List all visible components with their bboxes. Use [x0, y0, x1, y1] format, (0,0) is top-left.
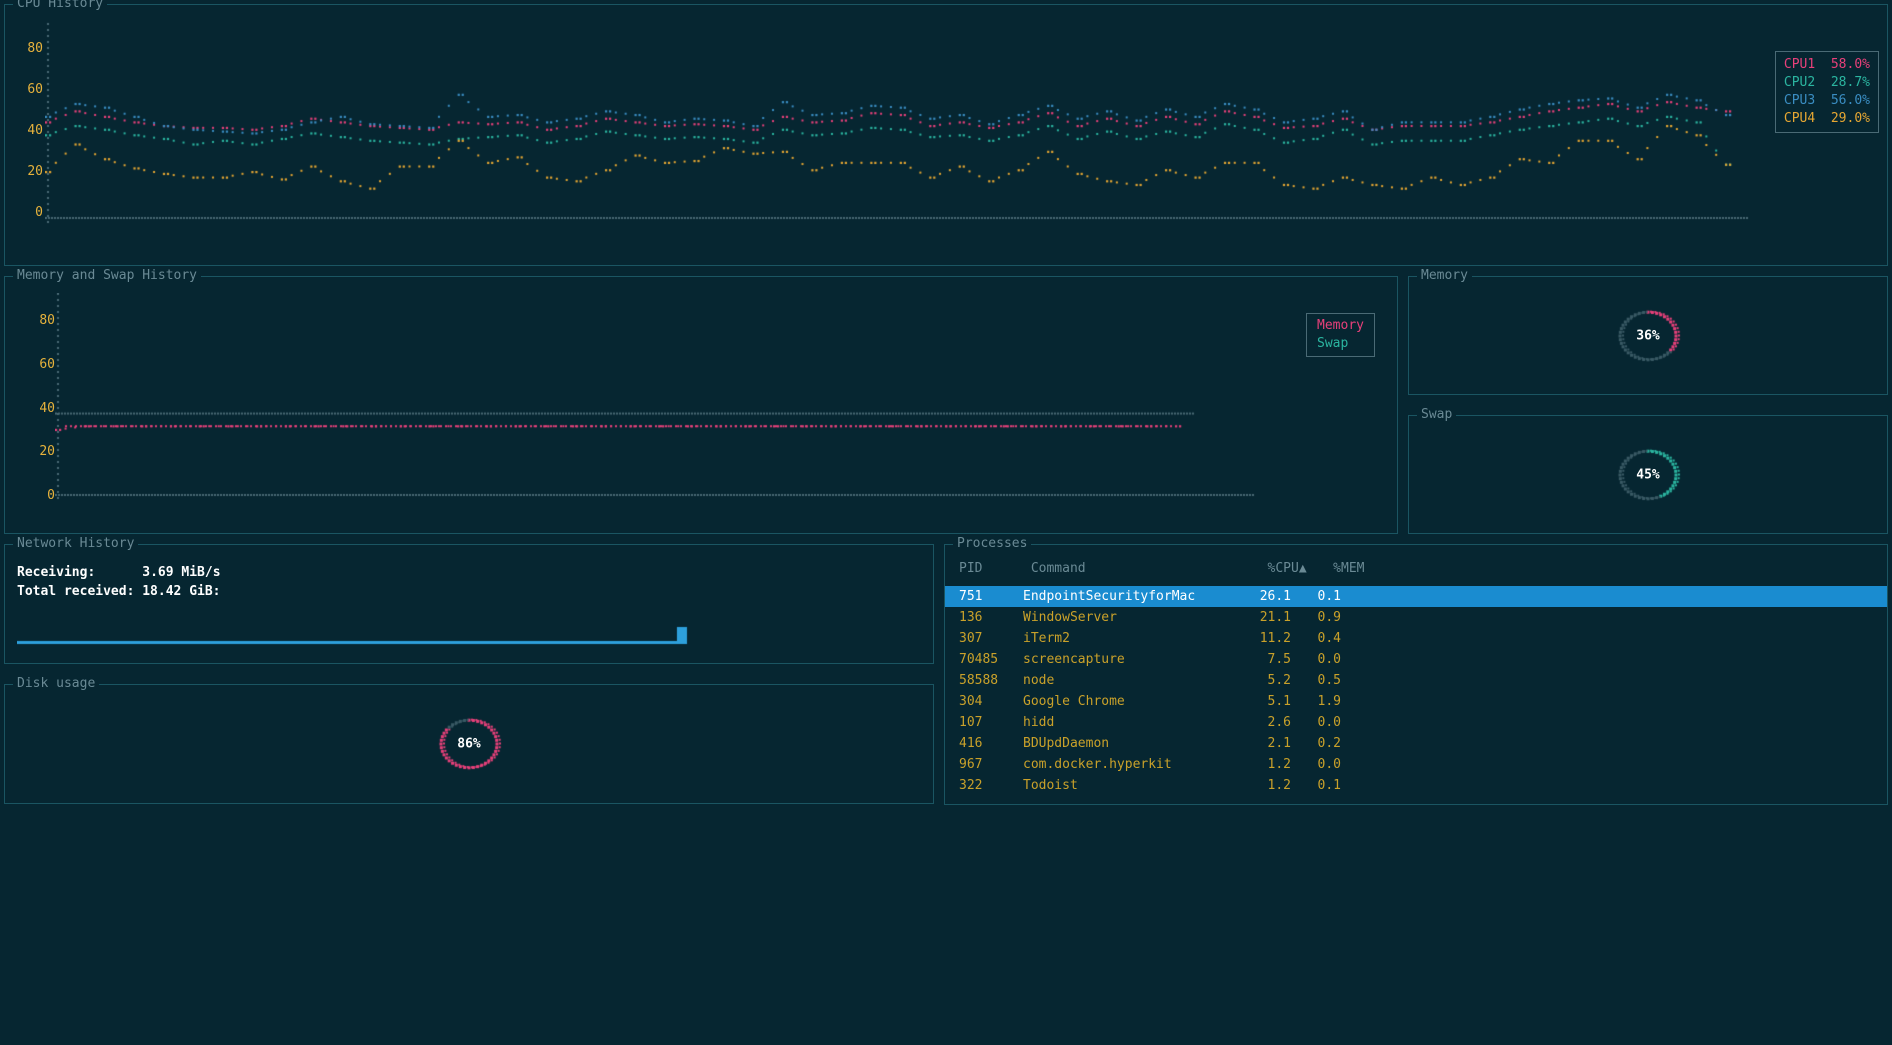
- cell-pid: 322: [959, 776, 1023, 795]
- col-mem[interactable]: %MEM: [1314, 561, 1364, 576]
- cell-command: node: [1023, 671, 1231, 690]
- cell-pid: 107: [959, 713, 1023, 732]
- table-row[interactable]: 136WindowServer21.10.9: [945, 607, 1887, 628]
- swap-gauge-panel: Swap 45%: [1408, 415, 1888, 534]
- mem-chart: [55, 293, 1385, 525]
- swap-gauge-pct: 45%: [1636, 467, 1659, 482]
- table-row[interactable]: 751EndpointSecurityforMac26.10.1: [945, 586, 1887, 607]
- cell-mem: 0.0: [1291, 755, 1341, 774]
- cell-mem: 0.0: [1291, 713, 1341, 732]
- disk-title: Disk usage: [13, 676, 99, 691]
- memory-gauge-pct: 36%: [1636, 328, 1659, 343]
- net-recv-line: Receiving: 3.69 MiB/s: [17, 563, 921, 582]
- table-row[interactable]: 322Todoist1.20.1: [945, 775, 1887, 796]
- col-command[interactable]: Command: [1031, 561, 1239, 576]
- col-pid[interactable]: PID: [959, 561, 1023, 576]
- memory-gauge-panel: Memory 36%: [1408, 276, 1888, 395]
- cell-cpu: 26.1: [1231, 587, 1291, 606]
- table-row[interactable]: 967com.docker.hyperkit1.20.0: [945, 754, 1887, 775]
- table-row[interactable]: 107hidd2.60.0: [945, 712, 1887, 733]
- table-row[interactable]: 58588node5.20.5: [945, 670, 1887, 691]
- memory-gauge-title: Memory: [1417, 268, 1472, 283]
- cell-cpu: 1.2: [1231, 776, 1291, 795]
- cell-mem: 0.0: [1291, 650, 1341, 669]
- net-recv-value: 3.69 MiB/s: [142, 565, 220, 580]
- cell-cpu: 7.5: [1231, 650, 1291, 669]
- cell-mem: 0.4: [1291, 629, 1341, 648]
- cell-cpu: 2.6: [1231, 713, 1291, 732]
- disk-gauge-pct: 86%: [457, 737, 480, 752]
- net-total-line: Total received: 18.42 GiB:: [17, 582, 921, 601]
- net-total-label: Total received:: [17, 584, 134, 599]
- cpu-legend-row: CPU3 56.0%: [1784, 92, 1870, 110]
- table-row[interactable]: 70485screencapture7.50.0: [945, 649, 1887, 670]
- mem-legend-row: Swap: [1317, 335, 1364, 353]
- net-recv-label: Receiving:: [17, 565, 95, 580]
- memory-swap-history-panel: Memory and Swap History 806040200 Memory…: [4, 276, 1398, 534]
- cell-cpu: 2.1: [1231, 734, 1291, 753]
- cell-pid: 58588: [959, 671, 1023, 690]
- mem-legend: MemorySwap: [1306, 313, 1375, 357]
- cell-mem: 0.1: [1291, 587, 1341, 606]
- cell-pid: 416: [959, 734, 1023, 753]
- cell-mem: 0.9: [1291, 608, 1341, 627]
- cpu-yaxis: 806040200: [17, 13, 45, 257]
- cpu-legend: CPU1 58.0%CPU2 28.7%CPU3 56.0%CPU4 29.0%: [1775, 51, 1879, 133]
- net-sparkline: [17, 607, 921, 645]
- disk-usage-panel: Disk usage 86%: [4, 684, 934, 804]
- swap-gauge-title: Swap: [1417, 407, 1456, 422]
- mem-legend-row: Memory: [1317, 317, 1364, 335]
- cell-command: BDUpdDaemon: [1023, 734, 1231, 753]
- table-row[interactable]: 416BDUpdDaemon2.10.2: [945, 733, 1887, 754]
- table-row[interactable]: 304Google Chrome5.11.9: [945, 691, 1887, 712]
- cell-command: com.docker.hyperkit: [1023, 755, 1231, 774]
- cell-command: hidd: [1023, 713, 1231, 732]
- cell-mem: 0.1: [1291, 776, 1341, 795]
- cell-command: Todoist: [1023, 776, 1231, 795]
- cell-mem: 0.2: [1291, 734, 1341, 753]
- net-total-value: 18.42 GiB:: [142, 584, 220, 599]
- table-row[interactable]: 307iTerm211.20.4: [945, 628, 1887, 649]
- network-title: Network History: [13, 536, 138, 551]
- cell-cpu: 5.1: [1231, 692, 1291, 711]
- cell-cpu: 21.1: [1231, 608, 1291, 627]
- cell-command: screencapture: [1023, 650, 1231, 669]
- cpu-legend-row: CPU2 28.7%: [1784, 74, 1870, 92]
- cpu-history-title: CPU History: [13, 0, 107, 11]
- cell-command: Google Chrome: [1023, 692, 1231, 711]
- memory-swap-title: Memory and Swap History: [13, 268, 201, 283]
- cpu-chart: [45, 13, 1875, 257]
- cell-mem: 0.5: [1291, 671, 1341, 690]
- cell-command: iTerm2: [1023, 629, 1231, 648]
- cell-cpu: 5.2: [1231, 671, 1291, 690]
- cell-pid: 136: [959, 608, 1023, 627]
- col-cpu[interactable]: %CPU▲: [1247, 561, 1307, 576]
- swap-gauge: 45%: [1603, 440, 1693, 510]
- memory-gauge: 36%: [1603, 301, 1693, 371]
- processes-panel[interactable]: Processes PID Command %CPU▲ %MEM 751Endp…: [944, 544, 1888, 805]
- cpu-history-panel: CPU History 806040200 CPU1 58.0%CPU2 28.…: [4, 4, 1888, 266]
- cell-cpu: 1.2: [1231, 755, 1291, 774]
- cell-pid: 70485: [959, 650, 1023, 669]
- cpu-legend-row: CPU1 58.0%: [1784, 56, 1870, 74]
- cell-mem: 1.9: [1291, 692, 1341, 711]
- network-history-panel: Network History Receiving: 3.69 MiB/s To…: [4, 544, 934, 664]
- cell-pid: 967: [959, 755, 1023, 774]
- disk-gauge: 86%: [424, 709, 514, 779]
- cpu-legend-row: CPU4 29.0%: [1784, 110, 1870, 128]
- cell-command: WindowServer: [1023, 608, 1231, 627]
- processes-body[interactable]: 751EndpointSecurityforMac26.10.1136Windo…: [945, 586, 1887, 796]
- cell-pid: 304: [959, 692, 1023, 711]
- cell-pid: 307: [959, 629, 1023, 648]
- processes-header[interactable]: PID Command %CPU▲ %MEM: [945, 553, 1887, 586]
- processes-title: Processes: [953, 536, 1031, 551]
- cell-command: EndpointSecurityforMac: [1023, 587, 1231, 606]
- cell-pid: 751: [959, 587, 1023, 606]
- cell-cpu: 11.2: [1231, 629, 1291, 648]
